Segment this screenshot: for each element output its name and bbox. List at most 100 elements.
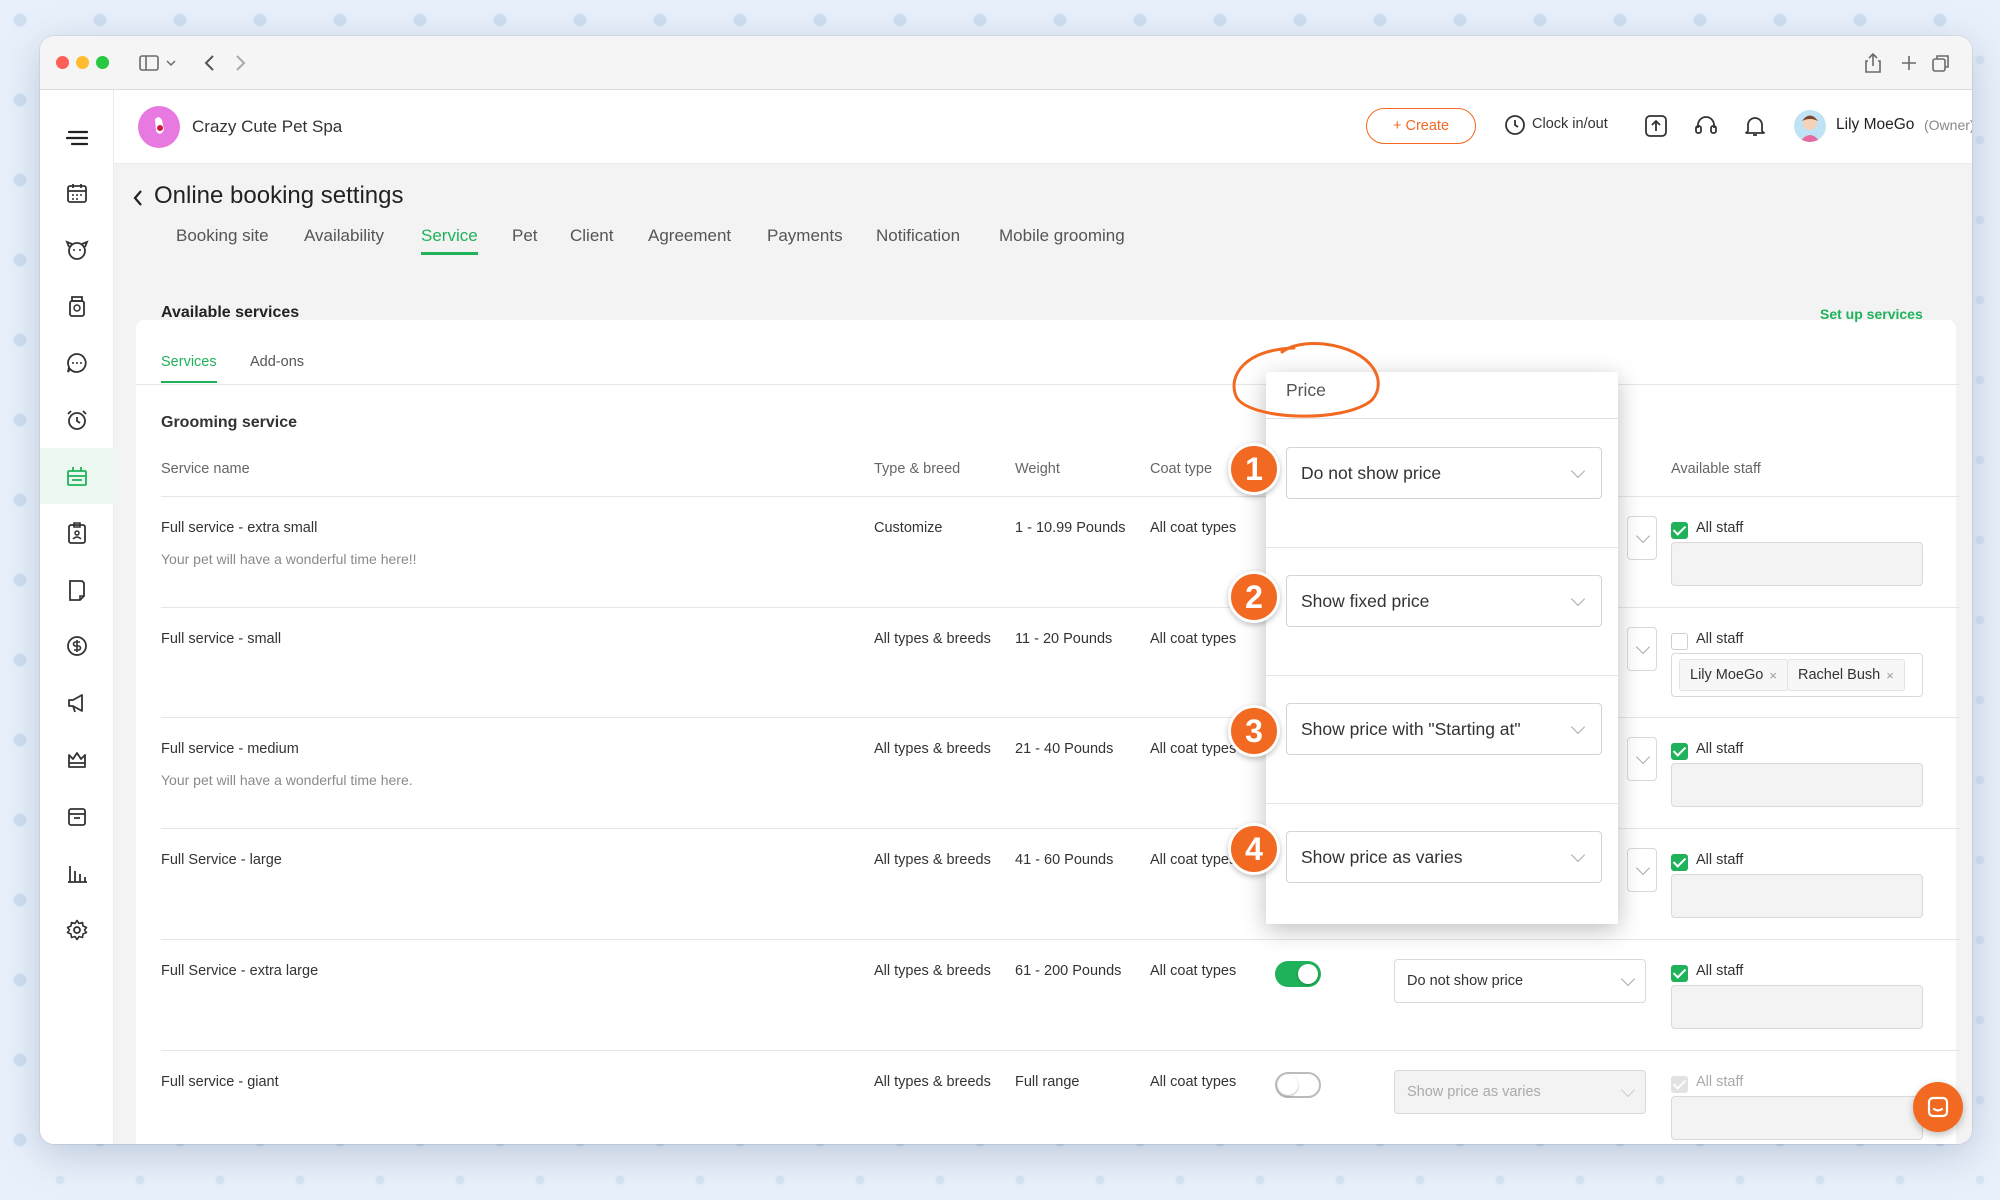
price-select[interactable]: Show price as varies	[1394, 1070, 1646, 1114]
price-select[interactable]: Do not show price	[1394, 959, 1646, 1003]
step-badge-4: 4	[1228, 823, 1280, 875]
report-card-icon[interactable]	[40, 562, 114, 618]
staff-tag-label: Lily MoeGo	[1690, 667, 1764, 683]
service-name: Full service - extra small	[161, 520, 318, 536]
all-staff-checkbox[interactable]	[1671, 1076, 1688, 1093]
settings-icon[interactable]	[40, 902, 114, 958]
service-name: Full Service - large	[161, 852, 282, 868]
staff-select[interactable]	[1671, 985, 1923, 1029]
staff-select[interactable]	[1671, 1096, 1923, 1140]
price-options-popup: Price Do not show price Show fixed price…	[1266, 372, 1618, 924]
main-sidebar	[40, 90, 114, 1144]
price-option-label: Show fixed price	[1301, 590, 1430, 611]
back-arrow-icon[interactable]	[196, 49, 222, 77]
subtab-services[interactable]: Services	[161, 354, 217, 370]
remove-tag-icon[interactable]: ×	[1886, 668, 1894, 683]
staff-select[interactable]	[1671, 542, 1923, 586]
back-chevron-icon[interactable]	[132, 188, 144, 213]
price-option-varies[interactable]: Show price as varies	[1286, 831, 1602, 883]
online-booking-icon[interactable]	[40, 448, 114, 504]
all-staff-label: All staff	[1696, 520, 1744, 536]
set-up-services-link[interactable]: Set up services	[1820, 306, 1923, 322]
all-staff-checkbox[interactable]	[1671, 743, 1688, 760]
close-window-button[interactable]	[56, 56, 69, 69]
price-option-fixed[interactable]: Show fixed price	[1286, 575, 1602, 627]
business-logo	[138, 106, 180, 148]
all-staff-checkbox[interactable]	[1671, 522, 1688, 539]
share-icon[interactable]	[1860, 49, 1886, 77]
service-description: Your pet will have a wonderful time here…	[161, 772, 413, 788]
staff-tag[interactable]: Rachel Bush ×	[1787, 659, 1905, 691]
tab-booking-site[interactable]: Booking site	[176, 226, 269, 246]
payment-icon[interactable]	[40, 618, 114, 674]
service-type-breed: All types & breeds	[874, 852, 991, 868]
service-weight: 1 - 10.99 Pounds	[1015, 520, 1126, 536]
tab-payments[interactable]: Payments	[767, 226, 843, 246]
menu-icon[interactable]	[40, 110, 114, 166]
reminder-icon[interactable]	[40, 392, 114, 448]
row-divider	[161, 828, 1960, 829]
chevron-down-icon[interactable]	[164, 49, 178, 77]
all-staff-checkbox[interactable]	[1671, 854, 1688, 871]
retail-icon[interactable]	[40, 788, 114, 844]
online-booking-toggle[interactable]	[1275, 961, 1321, 987]
remove-tag-icon[interactable]: ×	[1769, 668, 1777, 683]
user-name[interactable]: Lily MoeGo	[1836, 116, 1914, 134]
avatar[interactable]	[1794, 110, 1826, 142]
clock-icon[interactable]	[1504, 114, 1526, 141]
upload-icon[interactable]	[1644, 114, 1668, 143]
new-tab-icon[interactable]	[1896, 49, 1922, 77]
tab-mobile-grooming[interactable]: Mobile grooming	[999, 226, 1125, 246]
service-coat-type: All coat types	[1150, 1074, 1237, 1090]
tabs-overview-icon[interactable]	[1928, 49, 1954, 77]
chat-support-icon[interactable]	[1913, 1082, 1963, 1132]
pet-icon[interactable]	[40, 222, 114, 278]
row-divider	[161, 939, 1960, 940]
section-title: Grooming service	[161, 414, 298, 431]
price-select-partial[interactable]	[1627, 627, 1657, 671]
support-headset-icon[interactable]	[1694, 114, 1718, 143]
forward-arrow-icon[interactable]	[228, 49, 254, 77]
price-select-partial[interactable]	[1627, 848, 1657, 892]
all-staff-label: All staff	[1696, 631, 1744, 647]
app-header: Crazy Cute Pet Spa + Create Clock in/out…	[114, 90, 1972, 164]
staff-tag[interactable]: Lily MoeGo ×	[1679, 659, 1788, 691]
price-option-label: Show price with "Starting at"	[1301, 718, 1521, 739]
subtab-add-ons[interactable]: Add-ons	[250, 354, 304, 370]
tab-availability[interactable]: Availability	[304, 226, 384, 246]
tab-client[interactable]: Client	[570, 226, 613, 246]
staff-select[interactable]	[1671, 763, 1923, 807]
membership-icon[interactable]	[40, 732, 114, 788]
service-weight: 11 - 20 Pounds	[1015, 631, 1113, 647]
all-staff-label: All staff	[1696, 741, 1744, 757]
message-icon[interactable]	[40, 335, 114, 391]
all-staff-checkbox[interactable]	[1671, 633, 1688, 650]
all-staff-checkbox[interactable]	[1671, 965, 1688, 982]
subtab-divider	[136, 384, 1960, 385]
tab-pet[interactable]: Pet	[512, 226, 538, 246]
calendar-icon[interactable]	[40, 165, 114, 221]
clock-in-out-button[interactable]: Clock in/out	[1532, 116, 1608, 132]
online-booking-toggle[interactable]	[1275, 1072, 1321, 1098]
minimize-window-button[interactable]	[76, 56, 89, 69]
create-button[interactable]: + Create	[1366, 108, 1476, 144]
price-select-partial[interactable]	[1627, 516, 1657, 560]
marketing-icon[interactable]	[40, 675, 114, 731]
user-role: (Owner)	[1924, 117, 1972, 133]
sidebar-toggle-icon[interactable]	[136, 49, 162, 77]
reports-icon[interactable]	[40, 845, 114, 901]
row-divider	[161, 607, 1960, 608]
zoom-window-button[interactable]	[96, 56, 109, 69]
price-select-partial[interactable]	[1627, 737, 1657, 781]
price-option-do-not-show[interactable]: Do not show price	[1286, 447, 1602, 499]
clipboard-icon[interactable]	[40, 505, 114, 561]
tab-agreement[interactable]: Agreement	[648, 226, 731, 246]
staff-select[interactable]	[1671, 874, 1923, 918]
notification-bell-icon[interactable]	[1744, 114, 1766, 143]
price-option-starting-at[interactable]: Show price with "Starting at"	[1286, 703, 1602, 755]
tab-notification[interactable]: Notification	[876, 226, 960, 246]
store-icon[interactable]	[40, 278, 114, 334]
tab-service[interactable]: Service	[421, 226, 478, 246]
service-coat-type: All coat types	[1150, 520, 1237, 536]
service-coat-type: All coat types	[1150, 963, 1237, 979]
